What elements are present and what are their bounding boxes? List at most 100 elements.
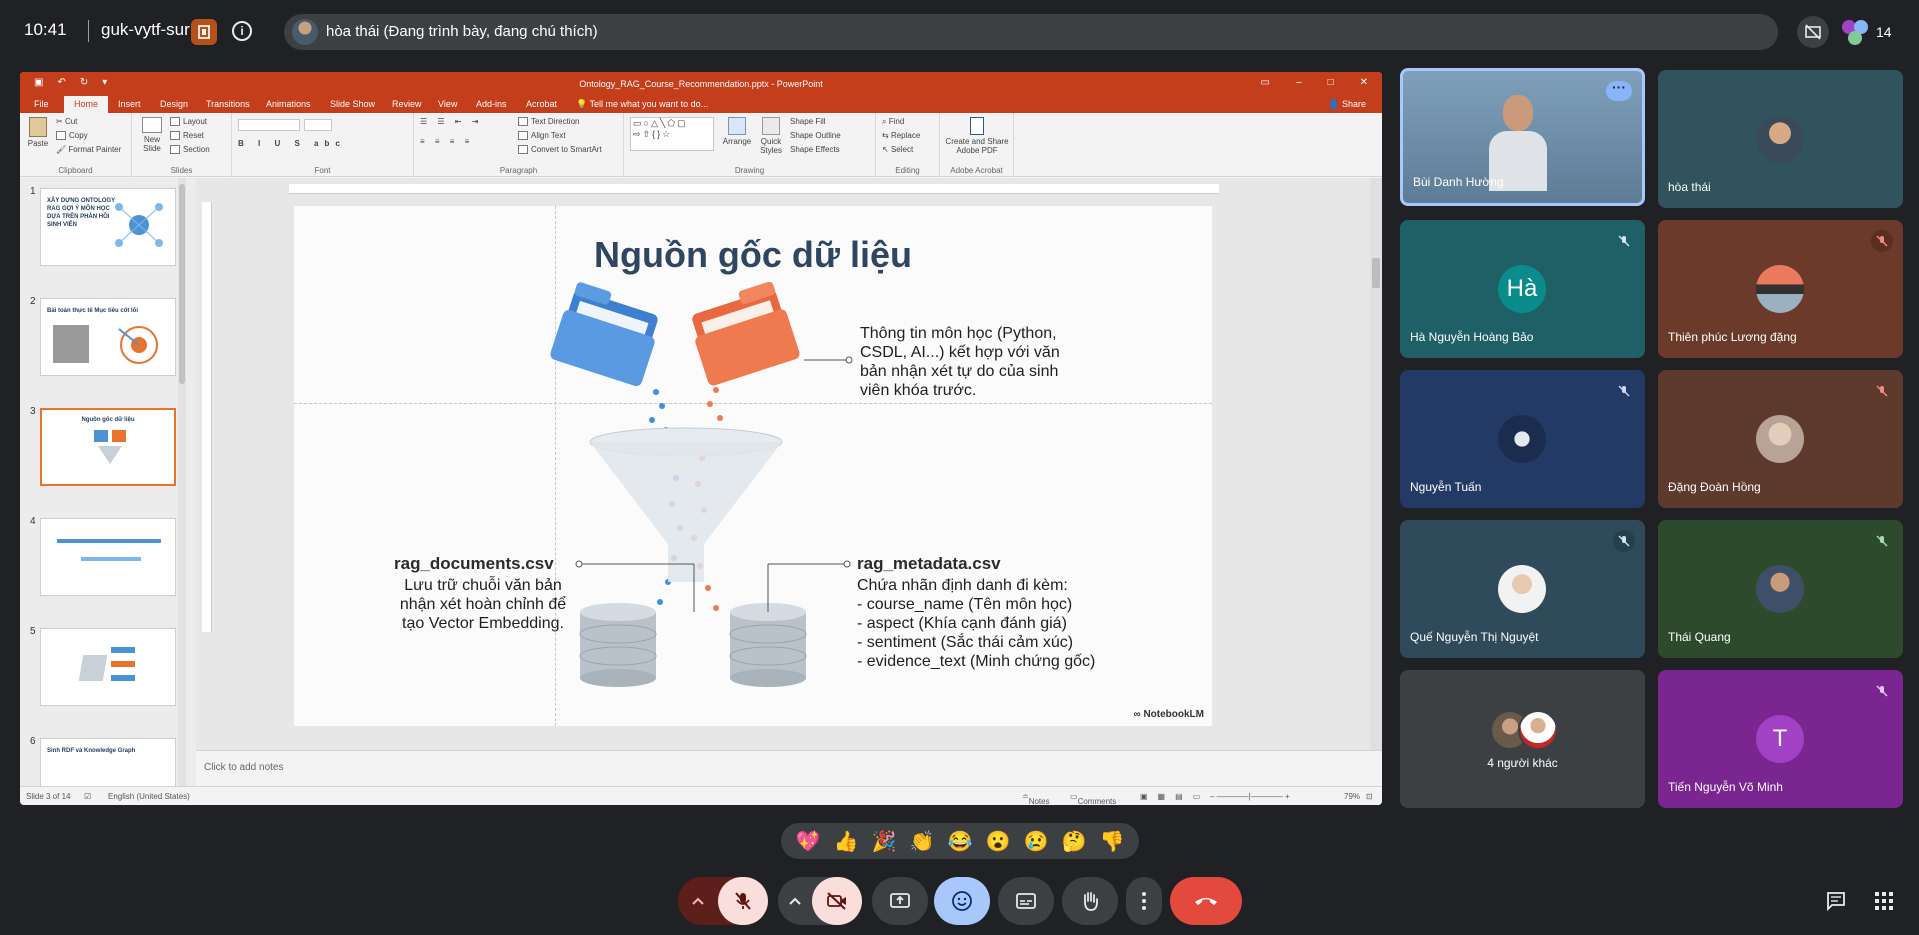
comments-button[interactable]: ▭ Comments: [1070, 792, 1116, 805]
tab-animations[interactable]: Animations: [266, 99, 311, 109]
raise-hand-button[interactable]: [1062, 877, 1118, 925]
copy-button[interactable]: Copy: [56, 131, 88, 141]
shape-outline-button[interactable]: Shape Outline: [790, 131, 841, 140]
current-slide[interactable]: Nguồn gốc dữ liệu Thông tin môn học (Pyt…: [294, 206, 1212, 726]
slide-scrollbar[interactable]: [1370, 178, 1382, 750]
slide-thumbnail-2[interactable]: Bài toán thực tế Mục tiêu cốt lõi: [40, 298, 176, 376]
slide-thumbnail-4[interactable]: [40, 518, 176, 596]
shape-fill-button[interactable]: Shape Fill: [790, 117, 826, 126]
reaction-thumbs-down[interactable]: 👎: [1096, 825, 1128, 857]
list-buttons[interactable]: ☰ ☰ ⇤ ⇥: [420, 117, 482, 126]
shape-effects-button[interactable]: Shape Effects: [790, 145, 840, 154]
cut-button[interactable]: ✂ Cut: [56, 117, 77, 126]
mic-toggle-button[interactable]: [718, 877, 768, 925]
tab-home[interactable]: Home: [64, 96, 109, 113]
tab-acrobat[interactable]: Acrobat: [526, 99, 557, 109]
select-button[interactable]: ↖ Select: [882, 145, 913, 154]
tab-slide-show[interactable]: Slide Show: [330, 99, 375, 109]
present-screen-button[interactable]: [872, 877, 928, 925]
participant-tile-tien-nguyen-vo-minh[interactable]: T Tiến Nguyễn Võ Minh: [1658, 670, 1903, 808]
slide-thumbnail-1[interactable]: XÂY DỰNG ONTOLOGY RAG GỢI Ý MÔN HỌC DỰA …: [40, 188, 176, 266]
tab-transitions[interactable]: Transitions: [206, 99, 250, 109]
reaction-sad[interactable]: 😢: [1020, 825, 1052, 857]
host-controls-icon[interactable]: [191, 19, 217, 45]
minimize-icon[interactable]: –: [1296, 77, 1302, 88]
layout-button[interactable]: Layout: [170, 117, 207, 127]
reaction-laugh[interactable]: 😂: [944, 825, 976, 857]
text-direction-button[interactable]: Text Direction: [518, 117, 579, 127]
slide-thumbnail-3[interactable]: Nguồn gốc dữ liệu: [40, 408, 176, 486]
participant-tile-thai-quang[interactable]: Thái Quang: [1658, 520, 1903, 658]
tell-me-box[interactable]: 💡 Tell me what you want to do...: [576, 99, 708, 110]
participant-tile-ha-nguyen-hoang-bao[interactable]: Hà Hà Nguyễn Hoàng Bảo: [1400, 220, 1645, 358]
tab-review[interactable]: Review: [392, 99, 422, 109]
leave-call-button[interactable]: [1170, 877, 1242, 925]
section-button[interactable]: Section: [170, 145, 210, 155]
convert-smartart-button[interactable]: Convert to SmartArt: [518, 145, 602, 155]
reactions-button[interactable]: [934, 877, 990, 925]
participant-tile-others[interactable]: 4 người khác: [1400, 670, 1645, 808]
notes-pane[interactable]: Click to add notes: [196, 750, 1382, 786]
thumbnails-scrollbar[interactable]: [178, 178, 186, 786]
captions-button[interactable]: [998, 877, 1054, 925]
participant-tile-bui-danh-huong[interactable]: ··· Bùi Danh Hường: [1400, 68, 1645, 206]
mic-options-button[interactable]: [678, 877, 718, 925]
tab-view[interactable]: View: [438, 99, 457, 109]
reaction-party[interactable]: 🎉: [868, 825, 900, 857]
chat-button[interactable]: [1824, 889, 1848, 913]
hide-self-view-icon[interactable]: [1797, 16, 1829, 48]
tab-insert[interactable]: Insert: [118, 99, 141, 109]
participant-tile-nguyen-tuan[interactable]: Nguyễn Tuấn: [1400, 370, 1645, 508]
reset-button[interactable]: Reset: [170, 131, 204, 141]
format-painter-button[interactable]: 🖌 Format Painter: [56, 145, 121, 154]
create-pdf-button[interactable]: Create and Share Adobe PDF: [944, 117, 1010, 155]
view-buttons[interactable]: ▣▦▤▭: [1140, 792, 1210, 801]
quick-styles-button[interactable]: Quick Styles: [756, 117, 786, 155]
close-icon[interactable]: ✕: [1360, 77, 1368, 88]
spellcheck-icon[interactable]: ☑: [84, 792, 91, 801]
maximize-icon[interactable]: □: [1328, 77, 1334, 88]
share-button[interactable]: 👤 Share: [1328, 99, 1366, 110]
font-name-box[interactable]: [238, 119, 300, 131]
reaction-thinking[interactable]: 🤔: [1058, 825, 1090, 857]
arrange-button[interactable]: Arrange: [720, 117, 754, 146]
align-text-button[interactable]: Align Text: [518, 131, 566, 141]
replace-button[interactable]: ⇆ Replace: [882, 131, 920, 140]
paste-button[interactable]: Paste: [26, 117, 50, 148]
participant-tile-dang-doan-hong[interactable]: Đặng Đoàn Hồng: [1658, 370, 1903, 508]
zoom-level[interactable]: 79%: [1344, 792, 1360, 801]
reaction-clap[interactable]: 👏: [906, 825, 938, 857]
find-button[interactable]: ⌕ Find: [882, 117, 904, 127]
font-format-buttons[interactable]: B I U S abc: [238, 139, 346, 148]
participant-tile-que-nguyen-thi-nguyet[interactable]: Quế Nguyễn Thị Nguyệt: [1400, 520, 1645, 658]
new-slide-button[interactable]: New Slide: [138, 117, 166, 153]
slide-thumbnail-5[interactable]: [40, 628, 176, 706]
tab-design[interactable]: Design: [160, 99, 188, 109]
camera-toggle-button[interactable]: [812, 877, 862, 925]
participant-tile-thien-phuc[interactable]: Thiên phúc Lương đặng: [1658, 220, 1903, 358]
activities-button[interactable]: [1872, 889, 1896, 913]
align-buttons[interactable]: ≡ ≡ ≡ ≡: [420, 137, 473, 146]
participants-button[interactable]: 14: [1842, 16, 1892, 48]
font-size-box[interactable]: [304, 119, 332, 131]
more-options-button[interactable]: ···: [1606, 80, 1632, 101]
participant-tile-hoa-thai[interactable]: hòa thái: [1658, 70, 1903, 208]
camera-options-button[interactable]: [778, 877, 812, 925]
reaction-heart[interactable]: 💖: [792, 825, 824, 857]
ribbon-options-icon[interactable]: ▭: [1261, 77, 1270, 88]
reaction-thumbs-up[interactable]: 👍: [830, 825, 862, 857]
tab-file[interactable]: File: [34, 99, 49, 109]
reaction-surprised[interactable]: 😮: [982, 825, 1014, 857]
shapes-gallery[interactable]: ▭○△╲⬠▢ ⇨⇧{}☆: [630, 117, 714, 151]
notes-button[interactable]: ≐ Notes: [1022, 792, 1050, 805]
more-options-button[interactable]: [1126, 877, 1162, 925]
tab-add-ins[interactable]: Add-ins: [476, 99, 507, 109]
fit-slide-icon[interactable]: ⊡: [1366, 792, 1373, 801]
scroll-knob[interactable]: [179, 184, 185, 384]
zoom-slider[interactable]: – ————|———— +: [1210, 792, 1290, 801]
info-icon[interactable]: i: [232, 21, 252, 41]
presenter-banner[interactable]: hòa thái (Đang trình bày, đang chú thích…: [284, 14, 1778, 50]
scroll-knob[interactable]: [1372, 258, 1380, 288]
slide-thumbnail-6[interactable]: Sinh RDF và Knowledge Graph: [40, 738, 176, 786]
language-indicator[interactable]: English (United States): [108, 792, 190, 801]
